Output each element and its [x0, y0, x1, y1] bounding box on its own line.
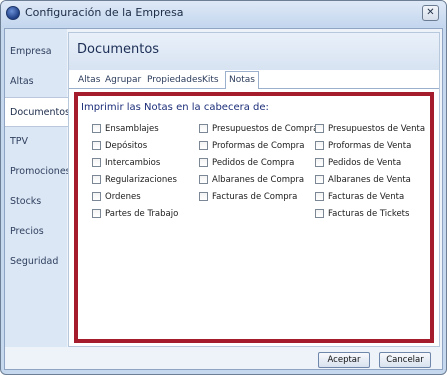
accept-button[interactable]: Aceptar	[318, 352, 370, 368]
checkbox-box[interactable]	[92, 124, 101, 133]
tab-notas[interactable]: Notas	[225, 71, 259, 89]
page-title: Documentos	[77, 42, 160, 57]
checkbox-presupuestos-de-compra[interactable]: Presupuestos de Compra	[199, 123, 318, 135]
tab-kits[interactable]: Kits	[199, 73, 222, 88]
checkbox-box[interactable]	[92, 158, 101, 167]
checkbox-box[interactable]	[199, 175, 208, 184]
checkbox-box[interactable]	[199, 192, 208, 201]
checkbox-presupuestos-de-venta[interactable]: Presupuestos de Venta	[315, 123, 425, 135]
checkbox-facturas-de-compra[interactable]: Facturas de Compra	[199, 191, 297, 203]
checkbox-proformas-de-compra[interactable]: Proformas de Compra	[199, 140, 304, 152]
config-window: Configuración de la Empresa ✕ Empresa Al…	[0, 0, 447, 375]
checkbox-box[interactable]	[199, 158, 208, 167]
checkbox-regularizaciones[interactable]: Regularizaciones	[92, 174, 177, 186]
sidebar-item-promociones[interactable]: Promociones	[5, 157, 71, 187]
sidebar: Empresa Altas Documentos TPV Promociones…	[5, 29, 71, 347]
dialog-body: Empresa Altas Documentos TPV Promociones…	[4, 28, 443, 370]
checkbox-box[interactable]	[92, 175, 101, 184]
checkbox-box[interactable]	[92, 209, 101, 218]
checkbox-partes-de-trabajo[interactable]: Partes de Trabajo	[92, 208, 178, 220]
checkbox-box[interactable]	[315, 141, 324, 150]
content-area: Documentos Altas Agrupar Propiedades Kit…	[68, 32, 440, 347]
checkbox-box[interactable]	[315, 192, 324, 201]
checkbox-box[interactable]	[315, 158, 324, 167]
checkbox-ordenes[interactable]: Ordenes	[92, 191, 141, 203]
tab-propiedades[interactable]: Propiedades	[144, 73, 205, 88]
notas-panel: Imprimir las Notas en la cabecera de: En…	[74, 92, 434, 343]
sidebar-item-stocks[interactable]: Stocks	[5, 187, 67, 217]
checkbox-box[interactable]	[315, 209, 324, 218]
sidebar-item-empresa[interactable]: Empresa	[5, 37, 67, 67]
sidebar-item-documentos[interactable]: Documentos	[5, 97, 70, 127]
close-button[interactable]: ✕	[422, 5, 439, 21]
sidebar-item-precios[interactable]: Precios	[5, 217, 67, 247]
checkbox-facturas-de-tickets[interactable]: Facturas de Tickets	[315, 208, 409, 220]
tab-altas[interactable]: Altas	[75, 73, 103, 88]
checkbox-box[interactable]	[92, 141, 101, 150]
sidebar-item-seguridad[interactable]: Seguridad	[5, 247, 67, 277]
checkbox-ensamblajes[interactable]: Ensamblajes	[92, 123, 159, 135]
window-title: Configuración de la Empresa	[25, 6, 184, 19]
checkbox-proformas-de-venta[interactable]: Proformas de Venta	[315, 140, 411, 152]
sidebar-item-altas[interactable]: Altas	[5, 67, 67, 97]
checkbox-intercambios[interactable]: Intercambios	[92, 157, 160, 169]
checkbox-pedidos-de-compra[interactable]: Pedidos de Compra	[199, 157, 294, 169]
checkbox-albaranes-de-compra[interactable]: Albaranes de Compra	[199, 174, 304, 186]
tab-agrupar[interactable]: Agrupar	[102, 73, 144, 88]
checkbox-box[interactable]	[199, 141, 208, 150]
checkbox-depositos[interactable]: Depósitos	[92, 140, 147, 152]
page-header: Documentos	[69, 33, 439, 70]
checkbox-box[interactable]	[92, 192, 101, 201]
checkbox-box[interactable]	[199, 124, 208, 133]
panel-heading: Imprimir las Notas en la cabecera de:	[81, 102, 269, 113]
checkbox-albaranes-de-venta[interactable]: Albaranes de Venta	[315, 174, 411, 186]
checkbox-pedidos-de-venta[interactable]: Pedidos de Venta	[315, 157, 401, 169]
checkbox-facturas-de-venta[interactable]: Facturas de Venta	[315, 191, 404, 203]
app-icon	[6, 6, 20, 20]
title-bar[interactable]: Configuración de la Empresa ✕	[1, 1, 446, 27]
checkbox-box[interactable]	[315, 175, 324, 184]
sidebar-item-tpv[interactable]: TPV	[5, 127, 67, 157]
cancel-button[interactable]: Cancelar	[379, 352, 431, 368]
checkbox-box[interactable]	[315, 124, 324, 133]
